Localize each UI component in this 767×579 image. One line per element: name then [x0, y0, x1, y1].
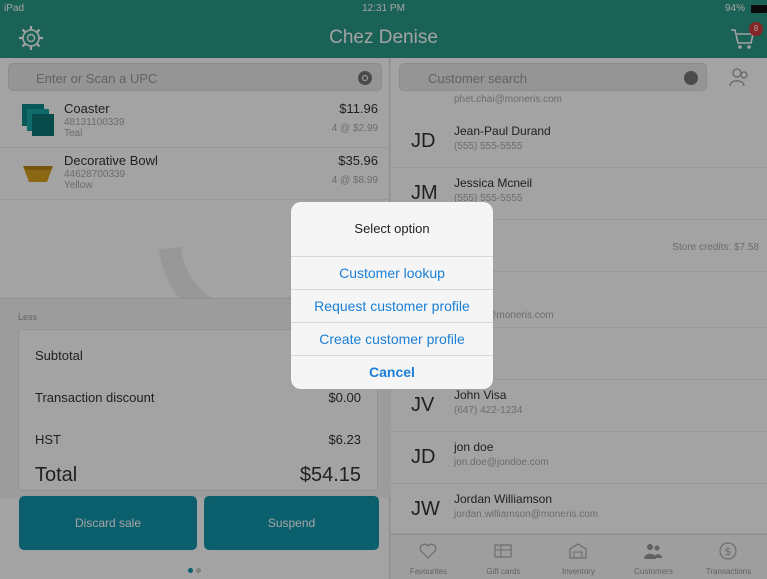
create-customer-profile-option[interactable]: Create customer profile [291, 322, 493, 355]
cancel-button[interactable]: Cancel [291, 355, 493, 388]
select-option-dialog: Select option Customer lookup Request cu… [291, 202, 493, 389]
request-customer-profile-option[interactable]: Request customer profile [291, 289, 493, 322]
dialog-title: Select option [354, 221, 430, 236]
customer-lookup-option[interactable]: Customer lookup [291, 256, 493, 289]
